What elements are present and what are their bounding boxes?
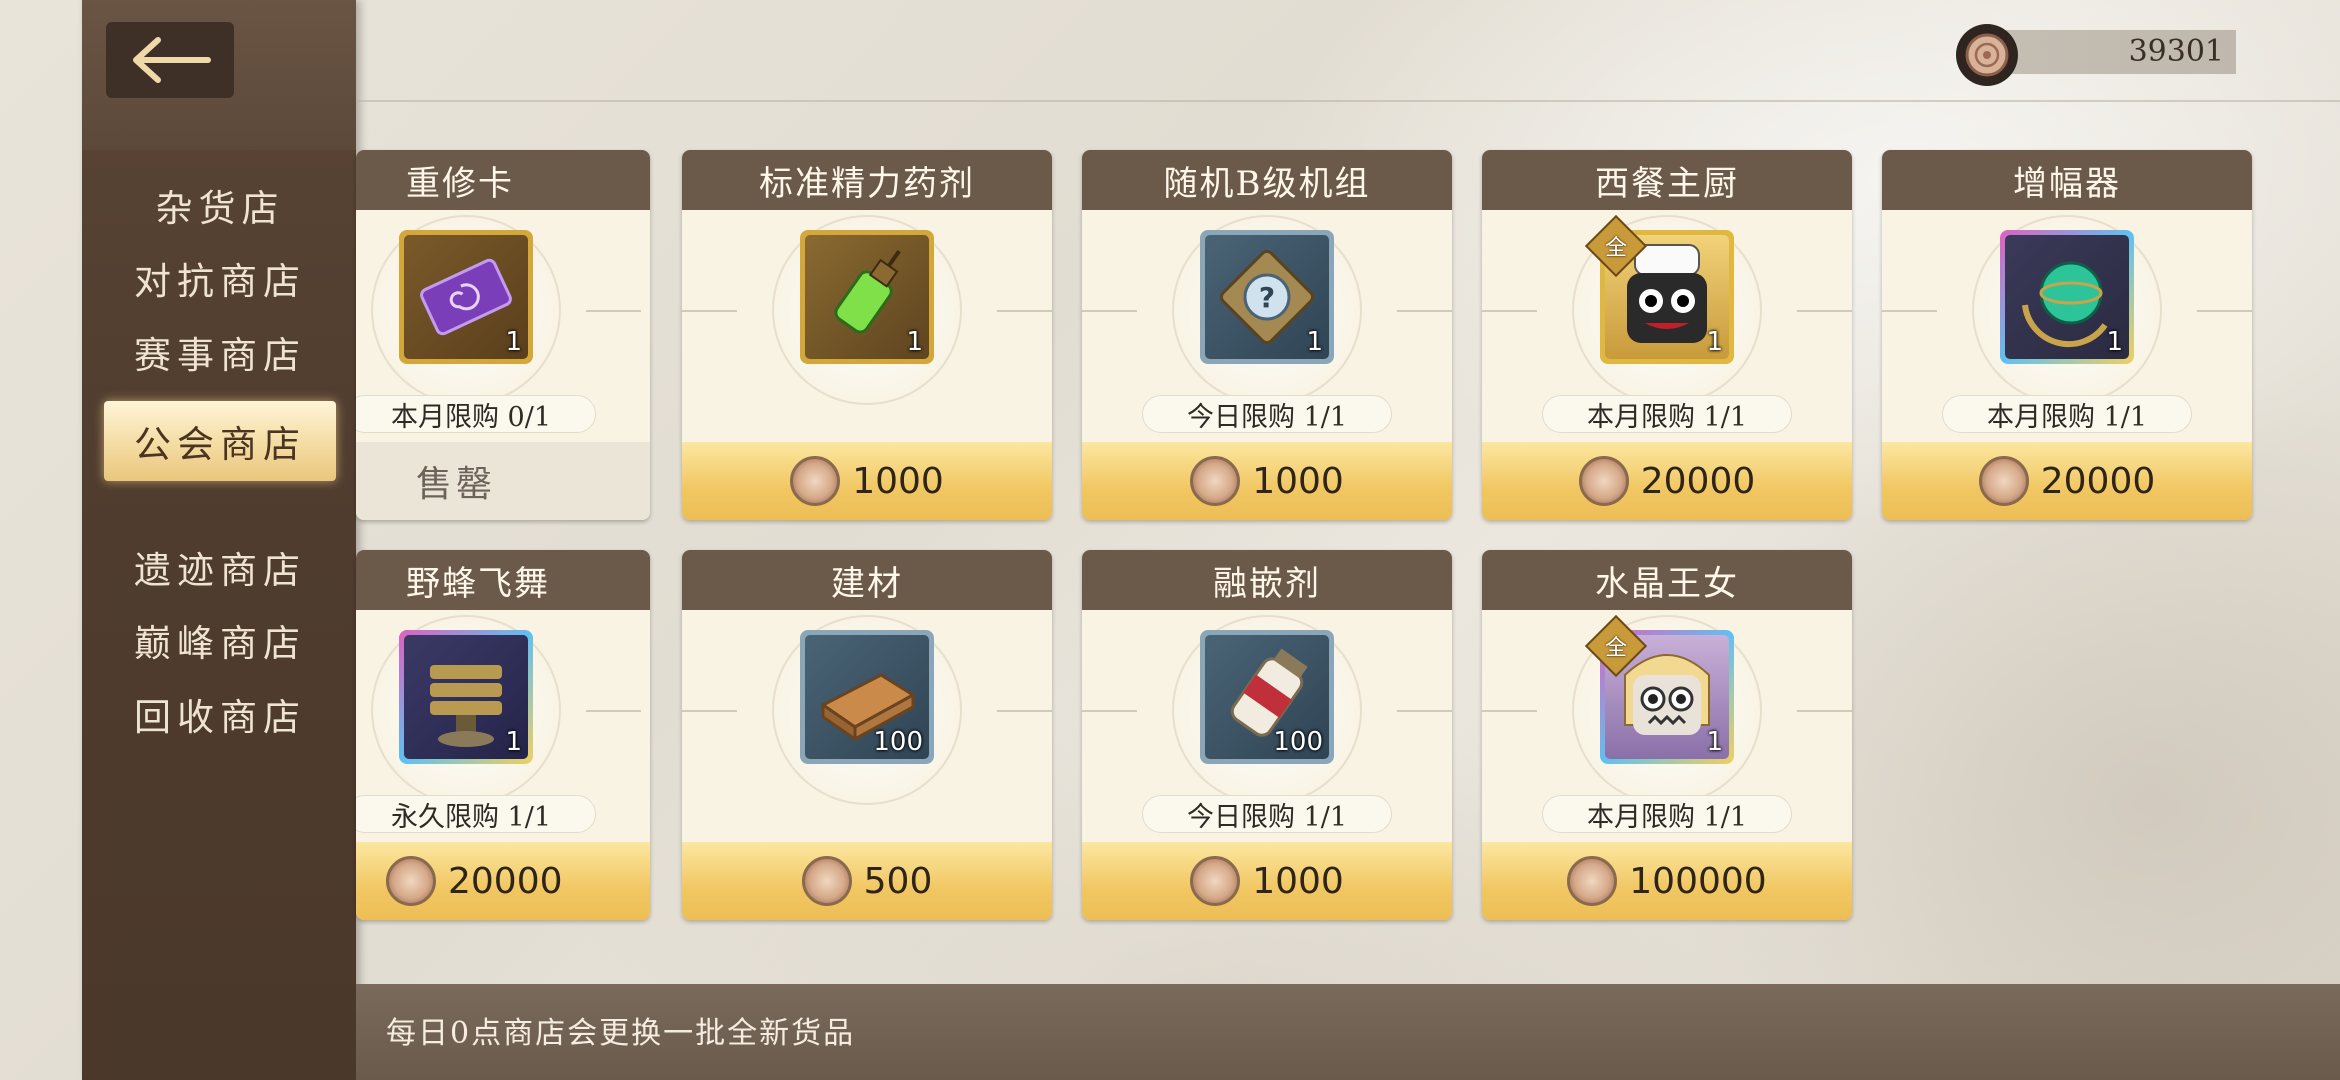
item-quantity: 1 [505,327,522,357]
item-price: 1000 [682,442,1052,520]
price-amount: 20000 [448,860,563,902]
purchase-limit: 本月限购 1/1 [1942,395,2192,433]
price-amount: 20000 [1640,460,1756,502]
item-name: 西餐主厨 [1482,150,1852,210]
nav-item-relic-shop[interactable]: 遗迹商店 [104,527,336,607]
item-price: 20000 [1482,442,1852,520]
amplifier-icon: 1 [2005,235,2129,359]
shop-item-card[interactable]: 水晶王女 1 全 本月限购 1/1 100000 [1482,550,1852,920]
nav-item-grocery[interactable]: 杂货店 [104,165,336,245]
coin-icon [386,856,436,906]
shop-sidebar: 杂货店 对抗商店 赛事商店 源武库 公会商店 遗迹商店 巅峰商店 回收商店 [82,0,356,1080]
purchase-limit: 本月限购 0/1 [356,395,596,433]
item-icon-frame: 1 全 [1584,214,1734,364]
item-quantity: 1 [906,327,923,357]
purchase-limit: 今日限购 1/1 [1142,795,1392,833]
back-button[interactable] [106,22,234,98]
price-amount: 20000 [2040,460,2156,502]
purchase-limit: 今日限购 1/1 [1142,395,1392,433]
nav-item-peak-shop[interactable]: 巅峰商店 [104,600,336,680]
footer-bar: 每日0点商店会更换一批全新货品 [82,984,2340,1080]
item-price: 100000 [1482,842,1852,920]
shop-item-card[interactable]: 标准精力药剂 1 1000 [682,150,1052,520]
shop-item-card[interactable]: 西餐主厨 1 全 本月限购 1/1 20000 [1482,150,1852,520]
fusion-agent-icon: 100 [1205,635,1329,759]
item-price: 1000 [1082,842,1452,920]
shop-item-card[interactable]: 融嵌剂 100 今日限购 1/1 1000 [1082,550,1452,920]
purchase-limit: 本月限购 1/1 [1542,395,1792,433]
item-name: 水晶王女 [1482,550,1852,610]
guild-coin-icon [1956,24,2018,86]
item-name: 增幅器 [1882,150,2252,210]
coin-icon [1567,856,1618,906]
coin-icon [801,856,852,906]
price-amount: 500 [863,860,933,902]
svg-text:?: ? [1259,281,1275,314]
shop-item-card[interactable]: 随机B级机组 ? 1 今日限购 1/1 1000 [1082,150,1452,520]
item-quantity: 1 [505,727,522,757]
item-quantity: 100 [873,727,923,757]
reset-card-icon: 1 [404,235,528,359]
shop-item-card[interactable]: 野蜂飞舞 1 永久限购 1/1 20000 [356,550,650,920]
item-quantity: 1 [1306,327,1323,357]
purchase-limit: 永久限购 1/1 [356,795,596,833]
energy-potion-icon: 1 [805,235,929,359]
shop-item-card[interactable]: 重修卡 1 本月限购 0/1 售罄 [356,150,650,520]
item-icon-frame: 1 [399,230,533,364]
coin-icon [790,456,841,506]
header-divider [356,100,2340,102]
price-amount: 1000 [1252,860,1344,902]
item-name: 融嵌剂 [1082,550,1452,610]
nav-item-event-shop[interactable]: 赛事商店 [104,312,336,392]
shop-item-card[interactable]: 建材 100 500 [682,550,1052,920]
nav-item-pvp-shop[interactable]: 对抗商店 [104,238,336,318]
nav-item-guild-shop[interactable]: 公会商店 [104,401,336,481]
item-icon-frame: 1 全 [1584,614,1734,764]
item-icon-frame: 1 [800,230,934,364]
currency-display: 39301 [1956,24,2236,86]
price-amount: 1000 [852,460,944,502]
building-material-icon: 100 [805,635,929,759]
coin-icon [1978,456,2029,506]
item-icon-frame: ? 1 [1200,230,1334,364]
currency-amount: 39301 [2128,34,2224,69]
item-icon-frame: 1 [2000,230,2134,364]
price-amount: 100000 [1629,860,1767,902]
refresh-hint: 每日0点商店会更换一批全新货品 [386,1016,856,1051]
item-price: 1000 [1082,442,1452,520]
item-name: 重修卡 [356,150,650,210]
item-price: 500 [682,842,1052,920]
item-name: 野蜂飞舞 [356,550,650,610]
item-price: 20000 [356,842,650,920]
back-arrow-icon [133,37,211,83]
coin-icon [1190,456,1241,506]
item-quantity: 1 [1706,327,1723,357]
item-name: 标准精力药剂 [682,150,1052,210]
bee-turret-icon: 1 [404,635,528,759]
item-quantity: 1 [2106,327,2123,357]
coin-icon [1578,456,1629,506]
item-quantity: 1 [1706,727,1723,757]
item-price: 20000 [1882,442,2252,520]
item-icon-frame: 100 [1200,630,1334,764]
price-amount: 1000 [1252,460,1344,502]
item-icon-frame: 1 [399,630,533,764]
purchase-limit: 本月限购 1/1 [1542,795,1792,833]
random-unit-icon: ? 1 [1205,235,1329,359]
item-name: 随机B级机组 [1082,150,1452,210]
sold-out-label: 售罄 [356,442,650,520]
shop-item-card[interactable]: 增幅器 1 本月限购 1/1 20000 [1882,150,2252,520]
coin-icon [1190,856,1241,906]
nav-item-recycle-shop[interactable]: 回收商店 [104,674,336,754]
item-quantity: 100 [1273,727,1323,757]
item-name: 建材 [682,550,1052,610]
back-area [82,0,356,150]
item-icon-frame: 100 [800,630,934,764]
